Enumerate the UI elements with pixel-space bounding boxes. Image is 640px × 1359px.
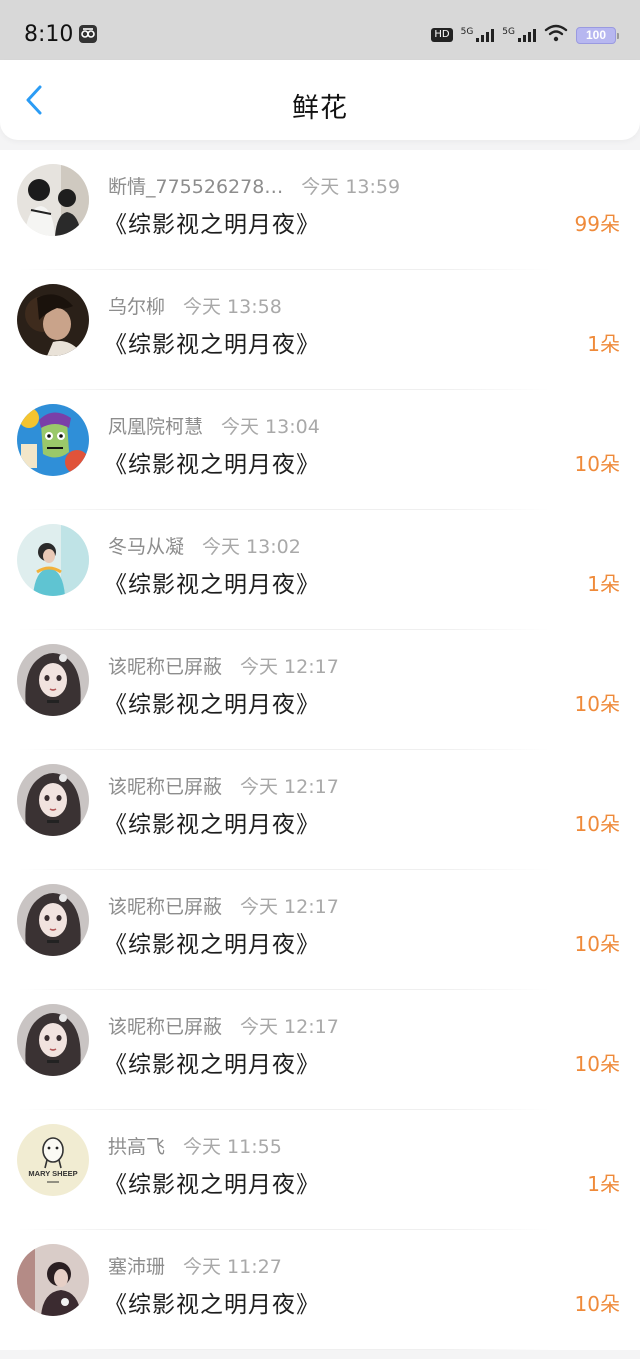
battery-icon: 100	[576, 26, 619, 44]
battery-level: 100	[585, 27, 607, 42]
avatar[interactable]	[17, 404, 89, 476]
nav-bar: 鲜花	[0, 60, 640, 140]
send-time: 今天 12:17	[240, 896, 339, 918]
avatar[interactable]: MARY SHEEP	[17, 1124, 89, 1196]
send-time: 今天 12:17	[240, 1016, 339, 1038]
user-name: 凤凰院柯慧	[108, 416, 204, 438]
user-name: 该昵称已屏蔽	[108, 896, 223, 918]
list-item[interactable]: 该昵称已屏蔽 今天 12:17 《综影视之明月夜》 10朵	[0, 990, 640, 1110]
network-type-label: 5G	[502, 27, 515, 37]
item-meta: 断情_775526278… 今天 13:59	[108, 172, 400, 199]
book-title: 《综影视之明月夜》	[104, 572, 320, 598]
app-notification-icon	[78, 24, 98, 44]
list-item[interactable]: 该昵称已屏蔽 今天 12:17 《综影视之明月夜》 10朵	[0, 870, 640, 990]
item-meta: 冬马从凝 今天 13:02	[108, 532, 301, 559]
list-item[interactable]: MARY SHEEP 拱高飞 今天 11:55 《综影视之明月夜》 1朵	[0, 1110, 640, 1230]
book-title: 《综影视之明月夜》	[104, 1052, 320, 1078]
avatar[interactable]	[17, 164, 89, 236]
avatar[interactable]	[17, 524, 89, 596]
user-name: 拱高飞	[108, 1136, 166, 1158]
list-item[interactable]: 塞沛珊 今天 11:27 《综影视之明月夜》 10朵	[0, 1230, 640, 1350]
item-meta: 塞沛珊 今天 11:27	[108, 1252, 282, 1279]
flower-list: 断情_775526278… 今天 13:59 《综影视之明月夜》 99朵 乌尔柳今…	[0, 150, 640, 1350]
flower-amount: 1朵	[587, 332, 620, 356]
flower-amount: 10朵	[574, 812, 620, 836]
page-title: 鲜花	[292, 93, 348, 124]
list-item[interactable]: 断情_775526278… 今天 13:59 《综影视之明月夜》 99朵	[0, 150, 640, 270]
user-name: 该昵称已屏蔽	[108, 776, 223, 798]
list-item[interactable]: 该昵称已屏蔽 今天 12:17 《综影视之明月夜》 10朵	[0, 630, 640, 750]
item-meta: 该昵称已屏蔽 今天 12:17	[108, 652, 339, 679]
flower-amount: 1朵	[587, 572, 620, 596]
avatar[interactable]	[17, 1244, 89, 1316]
send-time: 今天 13:04	[221, 416, 320, 438]
flower-amount: 10朵	[574, 932, 620, 956]
user-name: 乌尔柳	[108, 296, 166, 318]
signal-icon: 5G	[461, 28, 495, 42]
status-time: 8:10	[24, 22, 74, 47]
book-title: 《综影视之明月夜》	[104, 692, 320, 718]
item-meta: 该昵称已屏蔽 今天 12:17	[108, 772, 339, 799]
list-item[interactable]: 凤凰院柯慧 今天 13:04 《综影视之明月夜》 10朵	[0, 390, 640, 510]
flower-amount: 10朵	[574, 1052, 620, 1076]
flower-amount: 10朵	[574, 1292, 620, 1316]
item-meta: 凤凰院柯慧 今天 13:04	[108, 412, 320, 439]
divider	[18, 1349, 550, 1350]
send-time: 今天 11:55	[183, 1136, 282, 1158]
avatar[interactable]	[17, 644, 89, 716]
send-time: 今天 13:58	[183, 296, 282, 318]
book-title: 《综影视之明月夜》	[104, 1172, 320, 1198]
user-name: 冬马从凝	[108, 536, 185, 558]
list-item[interactable]: 冬马从凝 今天 13:02 《综影视之明月夜》 1朵	[0, 510, 640, 630]
flower-amount: 10朵	[574, 692, 620, 716]
avatar[interactable]	[17, 764, 89, 836]
book-title: 《综影视之明月夜》	[104, 1292, 320, 1318]
item-meta: 该昵称已屏蔽 今天 12:17	[108, 1012, 339, 1039]
flower-amount: 99朵	[574, 212, 620, 236]
network-type-label: 5G	[460, 27, 474, 37]
list-item[interactable]: 乌尔柳 今天 13:58 《综影视之明月夜》 1朵	[0, 270, 640, 390]
user-name: 塞沛珊	[108, 1256, 166, 1278]
book-title: 《综影视之明月夜》	[104, 332, 320, 358]
status-bar: 8:10 HD 5G 5G 100	[0, 0, 640, 60]
send-time: 今天 11:27	[183, 1256, 282, 1278]
item-meta: 该昵称已屏蔽 今天 12:17	[108, 892, 339, 919]
user-name: 该昵称已屏蔽	[108, 656, 223, 678]
book-title: 《综影视之明月夜》	[104, 452, 320, 478]
item-meta: 乌尔柳 今天 13:58	[108, 292, 282, 319]
flower-amount: 1朵	[587, 1172, 620, 1196]
book-title: 《综影视之明月夜》	[104, 212, 320, 238]
hd-icon: HD	[431, 28, 453, 42]
flower-amount: 10朵	[574, 452, 620, 476]
send-time: 今天 13:59	[301, 176, 401, 198]
send-time: 今天 12:17	[240, 656, 339, 678]
book-title: 《综影视之明月夜》	[104, 812, 320, 838]
avatar[interactable]	[17, 884, 89, 956]
book-title: 《综影视之明月夜》	[104, 932, 320, 958]
avatar[interactable]	[17, 284, 89, 356]
avatar[interactable]	[17, 1004, 89, 1076]
list-item[interactable]: 该昵称已屏蔽 今天 12:17 《综影视之明月夜》 10朵	[0, 750, 640, 870]
send-time: 今天 13:02	[202, 536, 301, 558]
signal-icon: 5G	[502, 28, 536, 42]
send-time: 今天 12:17	[240, 776, 339, 798]
user-name: 该昵称已屏蔽	[108, 1016, 223, 1038]
item-meta: 拱高飞 今天 11:55	[108, 1132, 282, 1159]
user-name: 断情_775526278…	[108, 176, 284, 198]
status-icons: HD 5G 5G 100	[431, 22, 619, 48]
avatar-mary-sheep-text: MARY SHEEP	[28, 1169, 77, 1178]
wifi-icon	[544, 24, 568, 46]
